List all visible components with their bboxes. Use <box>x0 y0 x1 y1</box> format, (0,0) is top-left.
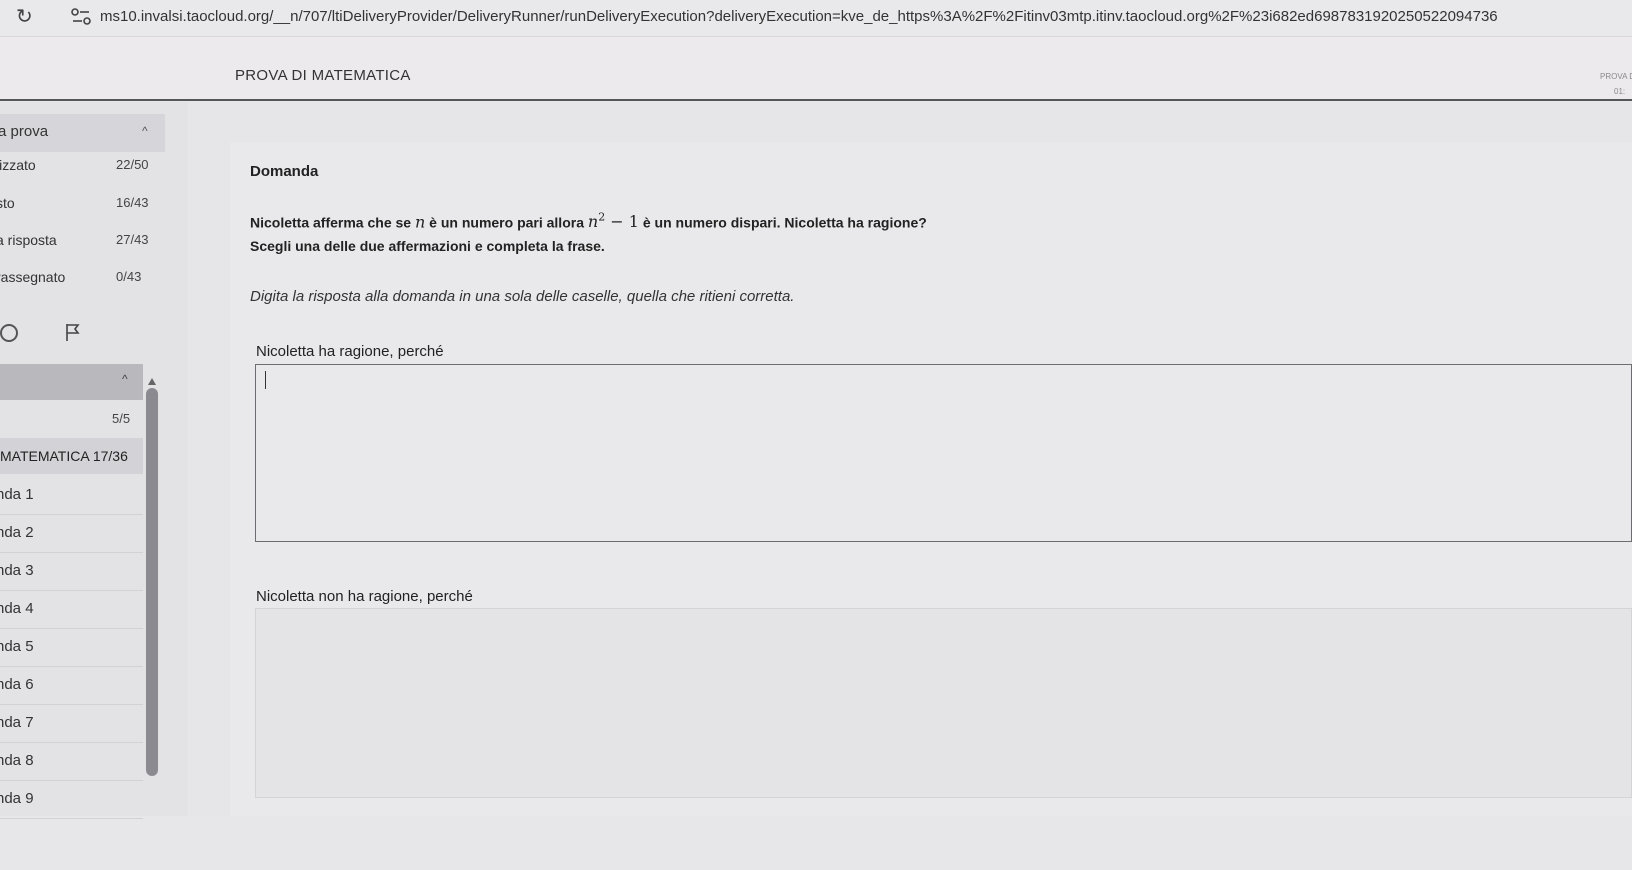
test-title: PROVA DI MATEMATICA <box>235 67 411 84</box>
stat-flagged[interactable]: rassegnato 0/43 <box>0 269 165 293</box>
sidebar-scrollbar[interactable] <box>145 378 159 870</box>
stat-unanswered[interactable]: sto 16/43 <box>0 195 165 219</box>
question-item[interactable]: nda 1 <box>0 478 143 515</box>
site-info-icon[interactable] <box>70 7 92 27</box>
stat-answered[interactable]: a risposta 27/43 <box>0 232 165 256</box>
question-item[interactable]: nda 9 <box>0 782 143 819</box>
question-heading: Domanda <box>250 163 319 180</box>
text-cursor <box>265 371 266 389</box>
question-instruction: Scegli una delle due affermazioni e comp… <box>250 238 605 254</box>
section-item-matematica[interactable]: MATEMATICA 17/36 <box>0 438 143 474</box>
test-header: PROVA DI MATEMATICA PROVA DI 01: <box>0 37 1632 101</box>
header-right-title: PROVA DI <box>1600 72 1632 81</box>
scroll-up-icon[interactable] <box>148 378 156 385</box>
option-yes-label: Nicoletta ha ragione, perché <box>256 343 444 360</box>
question-item[interactable]: nda 6 <box>0 668 143 705</box>
answer-box-no[interactable] <box>255 608 1632 798</box>
question-item[interactable]: nda 4 <box>0 592 143 629</box>
question-item[interactable]: nda 5 <box>0 630 143 667</box>
filter-unanswered-icon[interactable] <box>0 324 18 342</box>
math-expression: n2 − 1 <box>587 211 639 232</box>
question-item[interactable]: nda 8 <box>0 744 143 781</box>
question-item[interactable]: nda 3 <box>0 554 143 591</box>
section-header[interactable]: ^ <box>0 364 143 400</box>
answer-hint: Digita la risposta alla domanda in una s… <box>250 288 795 305</box>
question-text: Nicoletta afferma che se n è un numero p… <box>250 211 927 232</box>
scroll-thumb[interactable] <box>146 388 158 776</box>
chevron-up-icon[interactable]: ^ <box>122 372 128 386</box>
overview-panel-header[interactable]: a prova ^ <box>0 114 165 152</box>
overview-panel-title: a prova <box>0 123 49 140</box>
answer-box-yes[interactable] <box>255 364 1632 542</box>
section-progress: 5/5 <box>112 411 131 426</box>
browser-address-bar: ↻ ms10.invalsi.taocloud.org/__n/707/ltiD… <box>0 0 1632 37</box>
navigation-sidebar: a prova ^ lizzato 22/50 sto 16/43 a risp… <box>0 102 188 819</box>
question-item[interactable]: nda 2 <box>0 516 143 553</box>
section-name: MATEMATICA 17/36 <box>0 448 128 464</box>
reload-icon[interactable]: ↻ <box>16 6 33 28</box>
option-no-label: Nicoletta non ha ragione, perché <box>256 588 473 605</box>
url-text[interactable]: ms10.invalsi.taocloud.org/__n/707/ltiDel… <box>100 8 1632 25</box>
chevron-up-icon[interactable]: ^ <box>142 124 148 138</box>
stat-viewed[interactable]: lizzato 22/50 <box>0 157 165 181</box>
question-item[interactable]: nda 7 <box>0 706 143 743</box>
timer: 01: <box>1614 87 1626 96</box>
flag-icon[interactable] <box>64 322 82 342</box>
